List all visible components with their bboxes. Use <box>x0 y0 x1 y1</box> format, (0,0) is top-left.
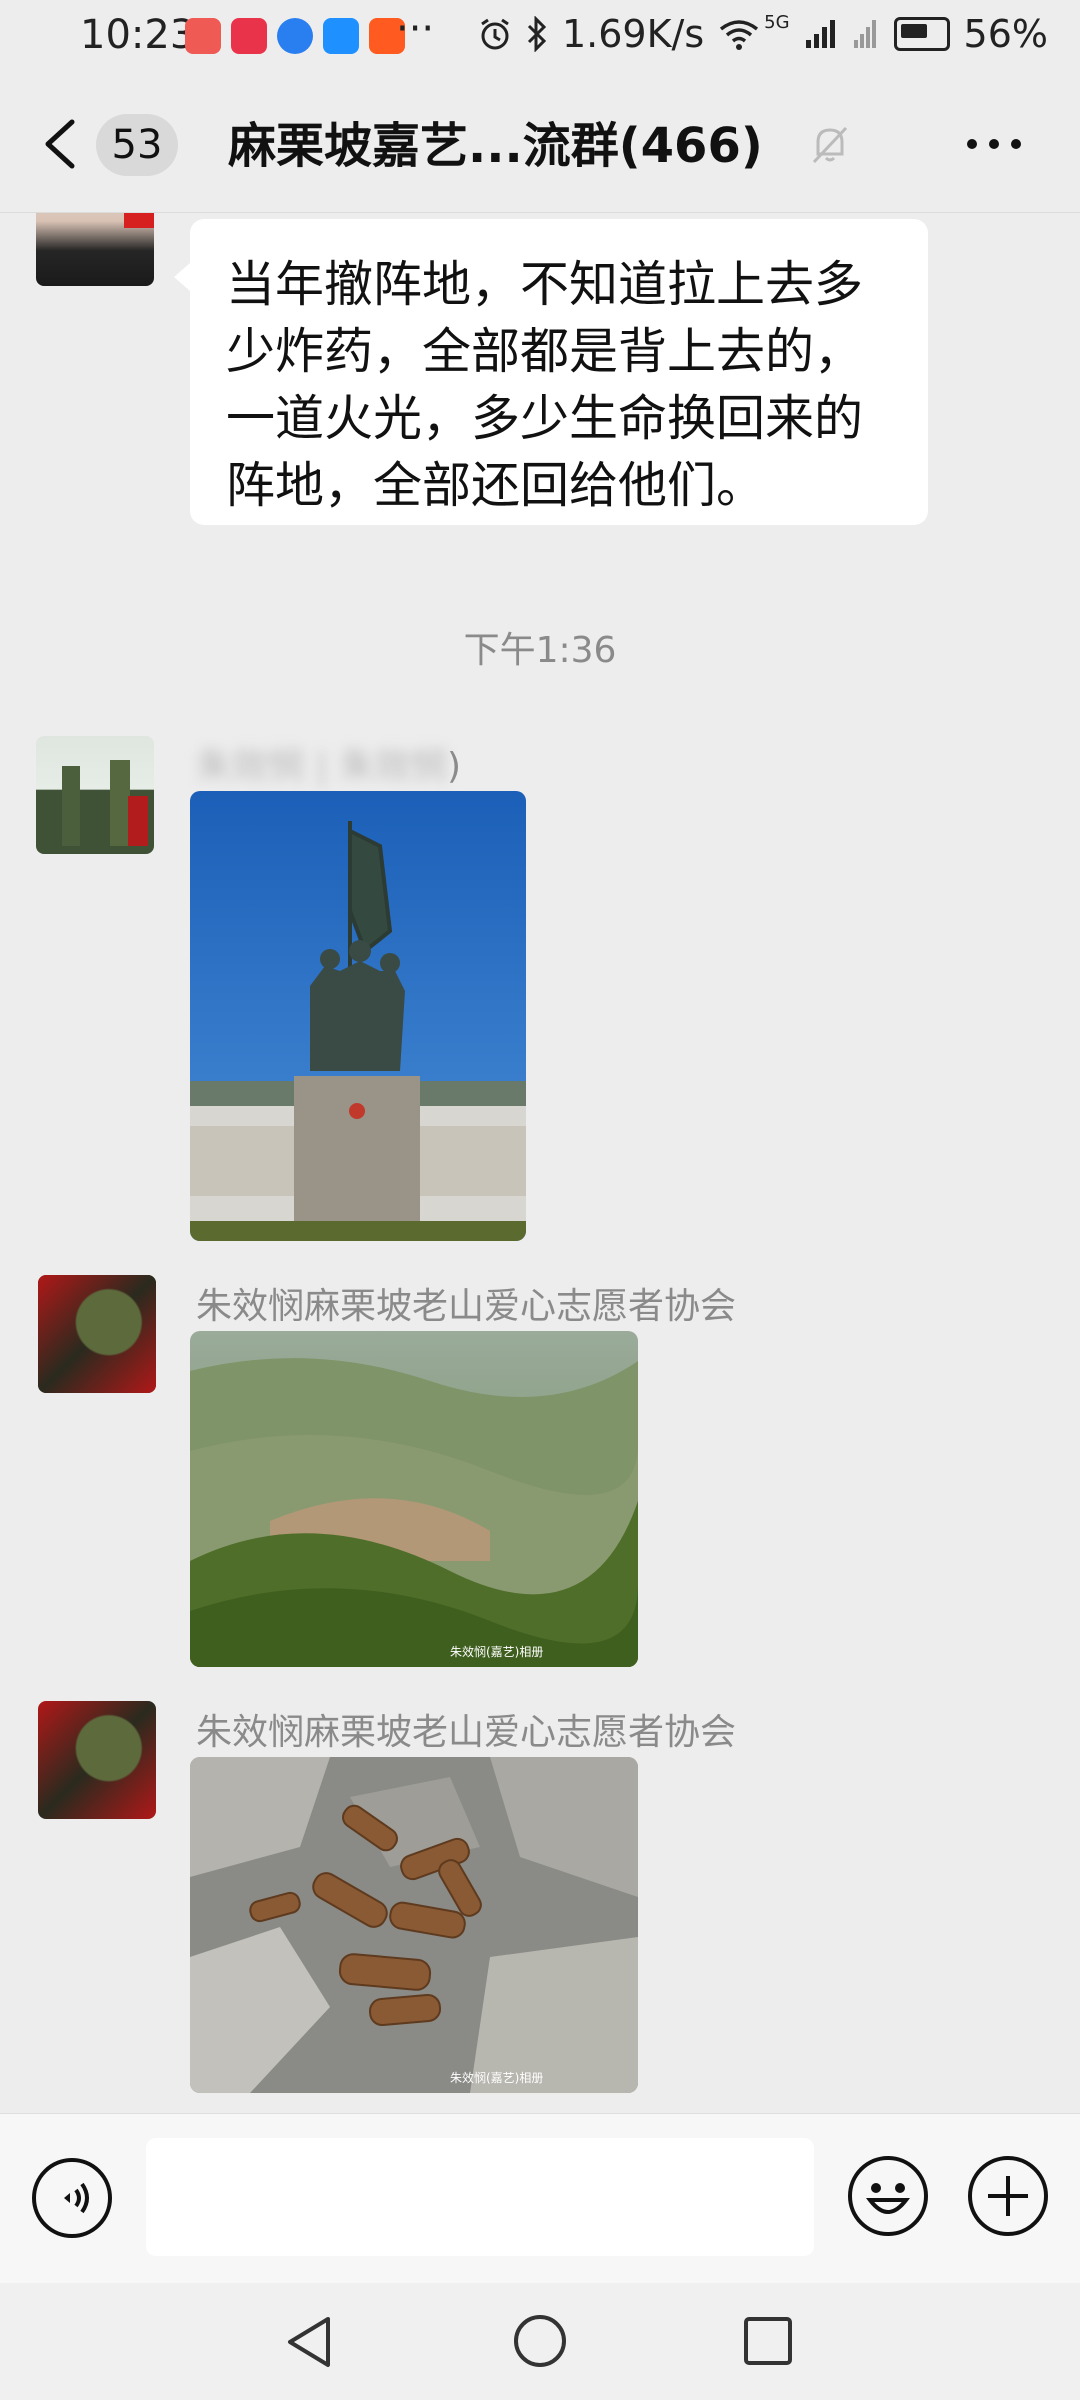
network-speed: 1.69K/s <box>561 12 705 56</box>
chat-title: 麻栗坡嘉艺...流群(466) <box>228 118 763 174</box>
wifi-icon <box>720 20 759 50</box>
chat-message-list[interactable]: 当年撤阵地，不知道拉上去多少炸药，全部都是背上去的，一道火光，多少生命换回来的阵… <box>0 213 1080 2113</box>
nav-recent-icon[interactable] <box>742 2315 794 2367</box>
more-options-button[interactable] <box>964 136 1024 152</box>
status-bar: 10:23 ··· 1.69K/s 5G 56% <box>0 0 1080 76</box>
monument-photo[interactable] <box>190 791 526 1241</box>
message-text: 当年撤阵地，不知道拉上去多少炸药，全部都是背上去的，一道火光，多少生命换回来的阵… <box>226 256 864 514</box>
network-type: 5G <box>764 11 790 33</box>
voice-icon[interactable] <box>30 2156 114 2240</box>
more-notifications-icon: ··· <box>396 6 435 52</box>
notification-icons <box>185 18 405 54</box>
sender-avatar[interactable] <box>38 1701 156 1819</box>
battery-level: 56% <box>963 12 1048 56</box>
sender-name: 朱效悯麻栗坡老山爱心志愿者协会 <box>196 1712 737 1753</box>
book-app-icon <box>231 18 267 54</box>
photo-watermark: 朱效悯(嘉艺)相册 <box>450 1644 543 1659</box>
plus-icon[interactable] <box>966 2154 1050 2238</box>
message-input[interactable] <box>146 2138 814 2256</box>
nav-back-icon[interactable] <box>282 2313 336 2371</box>
browser-app-icon <box>277 18 313 54</box>
sender-name: 朱效悯麻栗坡老山爱心志愿者协会 <box>196 1286 737 1327</box>
alarm-icon <box>481 18 509 50</box>
mute-bell-icon <box>812 126 848 164</box>
app-store-icon <box>185 18 221 54</box>
shells-image: 朱效悯(嘉艺)相册 <box>190 1757 638 2093</box>
message-input-bar <box>0 2113 1080 2284</box>
sender-avatar[interactable] <box>38 1275 156 1393</box>
unread-count-badge[interactable]: 53 <box>96 114 178 176</box>
status-time: 10:23 <box>80 12 196 58</box>
bluetooth-icon <box>527 16 547 52</box>
signal-icon <box>805 20 835 48</box>
nav-home-icon[interactable] <box>512 2313 568 2369</box>
photo-watermark: 朱效悯(嘉艺)相册 <box>450 2070 543 2085</box>
sender-name: 朱效悯 | 朱效悯) <box>196 746 462 787</box>
message-timestamp: 下午1:36 <box>463 630 617 671</box>
shells-photo[interactable]: 朱效悯(嘉艺)相册 <box>190 1757 638 2093</box>
chat-header: 53 麻栗坡嘉艺...流群(466) <box>0 76 1080 213</box>
status-right: 1.69K/s 5G 56% <box>478 12 1048 56</box>
system-navigation-bar <box>0 2283 1080 2400</box>
monument-image <box>190 791 526 1241</box>
sender-name-blurred: 朱效悯 | 朱效悯 <box>196 746 448 787</box>
mountain-image: 朱效悯(嘉艺)相册 <box>190 1331 638 1667</box>
sender-avatar[interactable] <box>36 736 154 854</box>
battery-icon <box>893 17 950 51</box>
weather-app-icon <box>323 18 359 54</box>
signal-2-icon <box>853 20 876 48</box>
message-bubble-text[interactable]: 当年撤阵地，不知道拉上去多少炸药，全部都是背上去的，一道火光，多少生命换回来的阵… <box>174 219 928 525</box>
sender-avatar[interactable] <box>36 213 154 286</box>
mountain-photo[interactable]: 朱效悯(嘉艺)相册 <box>190 1331 638 1667</box>
emoji-icon[interactable] <box>846 2154 930 2238</box>
back-button[interactable] <box>40 118 80 170</box>
